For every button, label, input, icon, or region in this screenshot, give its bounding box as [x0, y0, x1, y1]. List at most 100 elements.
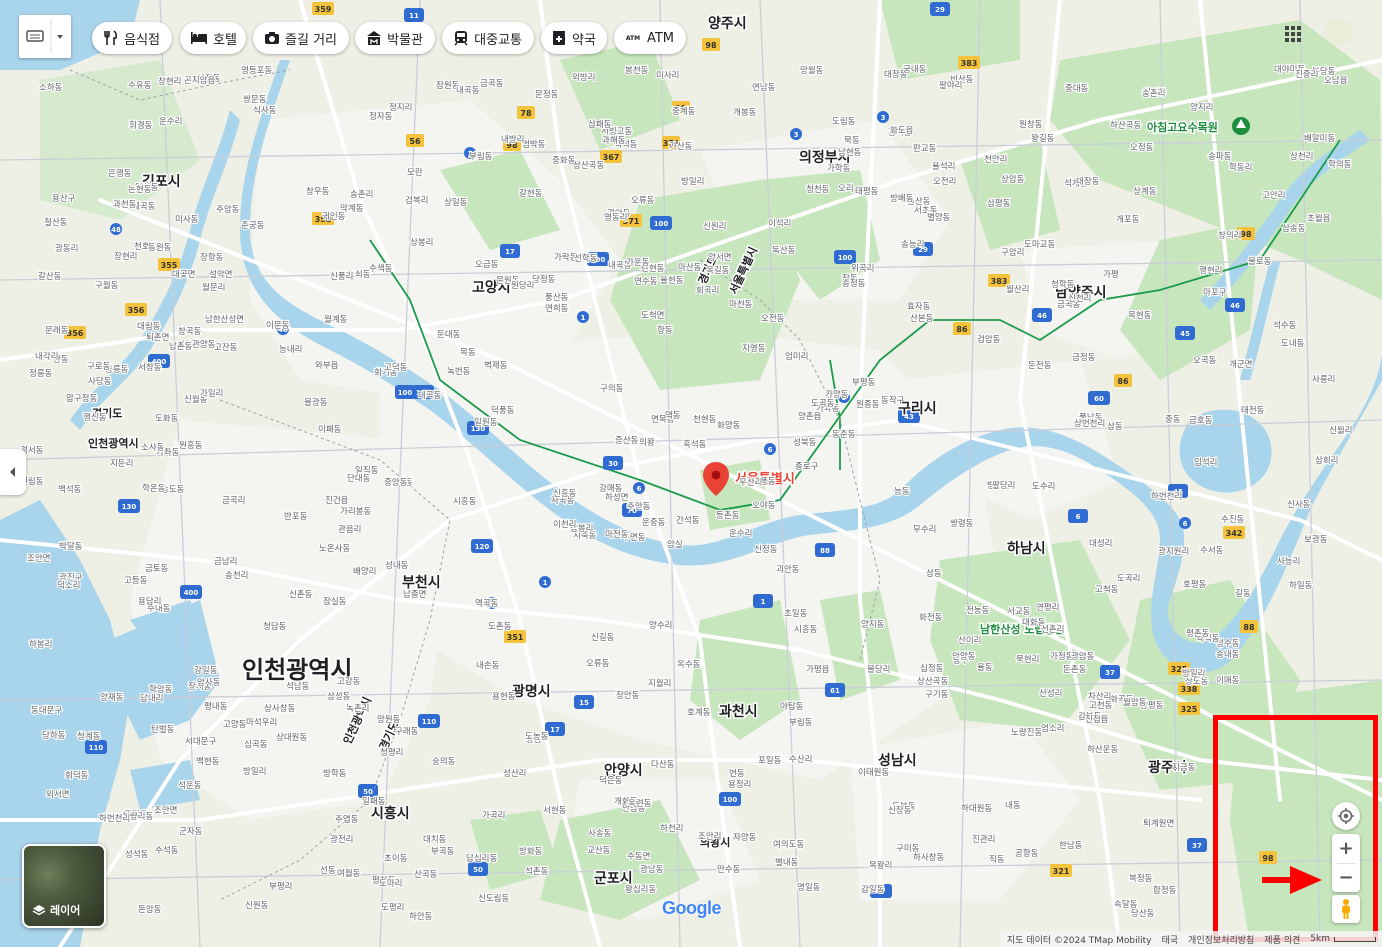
keyboard-button[interactable]: [19, 15, 71, 58]
place-label-minor[interactable]: 영동리: [603, 211, 629, 224]
place-label-minor[interactable]: 창의리: [1217, 229, 1243, 242]
place-label-minor[interactable]: 신흥동: [552, 487, 578, 500]
place-label-minor[interactable]: 갈산동: [37, 270, 63, 283]
place-label-minor[interactable]: 대곶면: [171, 268, 197, 281]
place-label-minor[interactable]: 원종동: [855, 399, 881, 411]
place-label-minor[interactable]: 방일리: [1181, 667, 1207, 680]
place-label-minor[interactable]: 방배동: [889, 192, 915, 205]
place-label-minor[interactable]: 검복리: [404, 194, 430, 207]
place-label-minor[interactable]: 부림동: [468, 150, 494, 163]
place-label-minor[interactable]: 사능리: [1276, 556, 1302, 568]
place-label-minor[interactable]: 설악면: [208, 268, 234, 281]
place-label-minor[interactable]: 마산동: [677, 261, 703, 274]
place-label-minor[interactable]: 망원동: [376, 713, 402, 726]
place-label-minor[interactable]: 길동: [1234, 588, 1252, 600]
place-label-minor[interactable]: 선동: [319, 865, 337, 877]
chip-hotels[interactable]: 호텔: [180, 22, 246, 54]
place-label-minor[interactable]: 연희동: [544, 302, 570, 315]
place-label-minor[interactable]: 신원동: [244, 900, 270, 912]
place-label-minor[interactable]: 고강동: [336, 675, 362, 688]
place-label-minor[interactable]: 청계동: [76, 730, 102, 743]
place-label-minor[interactable]: 흑석동: [682, 438, 708, 451]
place-label[interactable]: 성남시: [877, 751, 919, 771]
place-label-minor[interactable]: 명일동: [796, 881, 822, 894]
place-label-minor[interactable]: 능내리: [278, 344, 304, 356]
place-label-minor[interactable]: 별양동: [926, 211, 952, 224]
place-label-minor[interactable]: 고척동: [1094, 584, 1120, 596]
place-label-minor[interactable]: 논현동: [127, 184, 153, 196]
place-label-minor[interactable]: 당정동: [531, 273, 557, 286]
place-label-minor[interactable]: 신풍리: [329, 271, 355, 283]
place-label-minor[interactable]: 위곡리: [850, 263, 876, 275]
place-label-minor[interactable]: 원창동: [1018, 119, 1044, 131]
place-label-minor[interactable]: 왕십리동: [624, 884, 658, 896]
place-label-minor[interactable]: 불당리: [866, 663, 892, 676]
place-label-minor[interactable]: 송촌리: [349, 189, 375, 201]
account-avatar[interactable]: [1324, 18, 1352, 46]
place-label-minor[interactable]: 부림동: [788, 716, 814, 729]
place-label-minor[interactable]: 입석리: [1193, 456, 1219, 469]
place-label-minor[interactable]: 쌍문동: [242, 93, 268, 106]
place-label-minor[interactable]: 방일리: [680, 175, 706, 188]
place-label-minor[interactable]: 갈현동: [518, 188, 544, 200]
place-label-minor[interactable]: 화도읍: [889, 125, 915, 137]
place-label[interactable]: 광명시: [511, 682, 553, 702]
place-label-minor[interactable]: 은행동: [107, 167, 133, 180]
place-label-minor[interactable]: 하산운동: [1086, 743, 1120, 756]
place-label-minor[interactable]: 중계동: [671, 105, 697, 118]
place-label-minor[interactable]: 하번천리: [1150, 490, 1183, 503]
place-label-minor[interactable]: 서교동: [1006, 606, 1032, 618]
place-label-minor[interactable]: 지영동: [741, 342, 767, 355]
place-label-minor[interactable]: 배알미동: [1303, 132, 1337, 145]
place-label-minor[interactable]: 도척면: [640, 309, 666, 322]
place-label-minor[interactable]: 목왕리: [868, 860, 894, 872]
place-label-minor[interactable]: 대장동: [1075, 175, 1101, 188]
place-label-minor[interactable]: 정지리: [388, 101, 414, 114]
place-label-minor[interactable]: 월암동: [1122, 696, 1148, 709]
footer-feedback-link[interactable]: 제품 의견: [1264, 933, 1300, 946]
place-label-minor[interactable]: 가학동: [826, 162, 852, 175]
place-label-minor[interactable]: 반포동: [283, 510, 309, 523]
place-label-minor[interactable]: 송능리: [900, 239, 926, 251]
place-label-minor[interactable]: 야탑동: [779, 700, 805, 713]
chip-museums[interactable]: 박물관: [355, 22, 435, 54]
place-label-minor[interactable]: 신도림동: [477, 892, 511, 905]
place-label-minor[interactable]: 가산동: [668, 140, 694, 153]
place-label-minor[interactable]: 공항동: [1014, 848, 1040, 860]
place-label-minor[interactable]: 조안리: [697, 830, 723, 843]
apps-icon[interactable]: [1285, 26, 1301, 42]
place-label-minor[interactable]: 송내동: [1215, 649, 1241, 661]
place-label-minor[interactable]: 석수동: [1272, 319, 1298, 332]
place-label-minor[interactable]: 삼평동: [986, 197, 1012, 210]
place-label-minor[interactable]: 개군면: [1228, 358, 1254, 371]
place-label-minor[interactable]: 관음리: [337, 523, 363, 536]
place-label-minor[interactable]: 막계동: [339, 202, 365, 215]
place-label-minor[interactable]: 엄소리: [1040, 722, 1066, 735]
place-label-minor[interactable]: 수진동: [1220, 513, 1246, 526]
place-label-minor[interactable]: 이천리: [552, 518, 578, 531]
place-label-minor[interactable]: 태전동: [1240, 404, 1266, 417]
place-label[interactable]: 부천시: [401, 574, 443, 593]
place-label-minor[interactable]: 숭의동: [431, 755, 457, 768]
place-label-minor[interactable]: 궁내동: [902, 64, 928, 76]
place-label-minor[interactable]: 식사동: [252, 105, 278, 117]
place-label-minor[interactable]: 과천동: [112, 198, 138, 211]
place-label-minor[interactable]: 이문동: [265, 319, 291, 332]
place-label-minor[interactable]: 수석동: [154, 844, 180, 857]
place-label-minor[interactable]: 동작구: [880, 394, 906, 407]
place-label-minor[interactable]: 장안동: [615, 689, 641, 702]
place-label-minor[interactable]: 효자동: [906, 301, 932, 313]
place-label-minor[interactable]: 태평동: [854, 185, 880, 198]
place-label-minor[interactable]: 동춘동: [831, 429, 857, 441]
place-label-minor[interactable]: 고양동: [222, 718, 248, 731]
place-label-minor[interactable]: 판교동: [912, 143, 938, 155]
place-label-minor[interactable]: 한남동: [1058, 840, 1084, 852]
place-label-minor[interactable]: 도평리: [380, 901, 406, 914]
place-label-minor[interactable]: 복정동: [1128, 872, 1154, 885]
place-label-minor[interactable]: 오야동: [751, 499, 777, 512]
place-label-minor[interactable]: 양지동: [860, 618, 886, 631]
place-label-minor[interactable]: 초월읍: [1306, 212, 1332, 225]
place-label-minor[interactable]: 진접읍: [1084, 713, 1110, 726]
place-label-minor[interactable]: 쌍령동: [949, 517, 975, 530]
place-label-minor[interactable]: 삼패동: [587, 118, 613, 131]
